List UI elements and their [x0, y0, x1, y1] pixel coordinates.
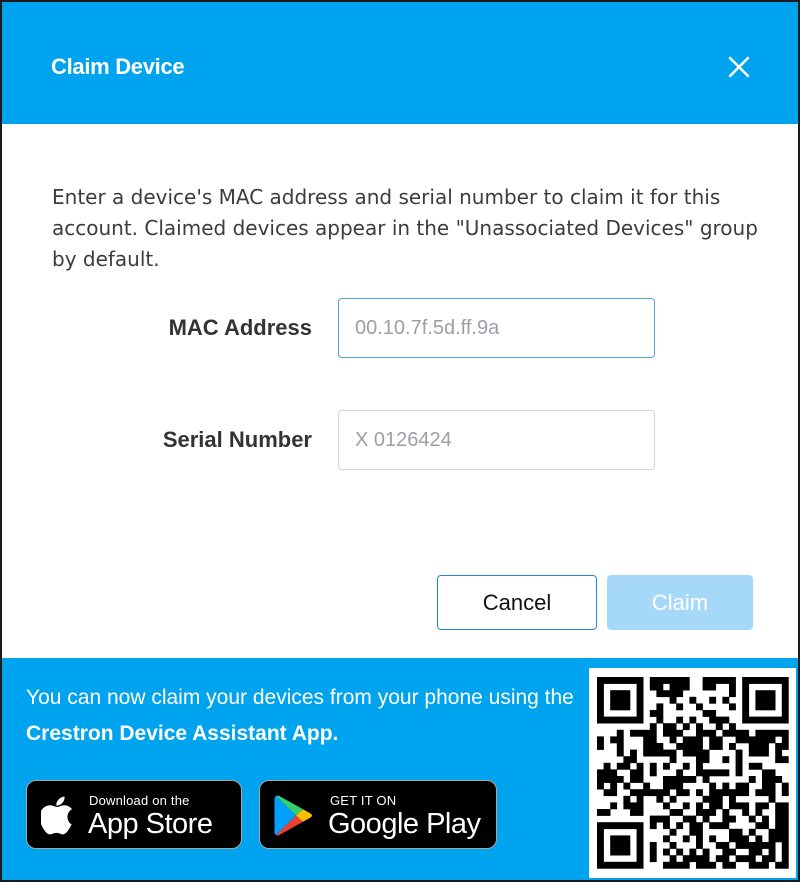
app-store-small-text: Download on the — [89, 793, 190, 808]
google-play-badge[interactable]: GET IT ON Google Play — [259, 780, 497, 849]
dialog-title: Claim Device — [51, 54, 185, 79]
google-play-small-text: GET IT ON — [330, 793, 397, 808]
google-play-icon — [274, 794, 314, 842]
promo-app-name: Crestron Device Assistant App. — [26, 722, 339, 745]
dialog-header: Claim Device — [2, 2, 798, 124]
cancel-button[interactable]: Cancel — [437, 575, 597, 630]
serial-number-input[interactable] — [338, 410, 655, 470]
close-icon[interactable] — [724, 52, 754, 82]
app-promo-footer: You can now claim your devices from your… — [2, 658, 798, 880]
qr-code — [589, 668, 796, 878]
serial-number-label: Serial Number — [162, 427, 312, 452]
promo-text: You can now claim your devices from your… — [26, 680, 586, 752]
intro-text: Enter a device's MAC address and serial … — [52, 185, 758, 271]
google-play-big-text: Google Play — [328, 808, 481, 840]
apple-icon — [39, 795, 75, 840]
app-store-big-text: App Store — [88, 808, 213, 840]
dialog-body: Enter a device's MAC address and serial … — [2, 124, 798, 658]
mac-address-input[interactable] — [338, 298, 655, 358]
claim-button[interactable]: Claim — [607, 575, 753, 630]
promo-text-prefix: You can now claim your devices from your… — [26, 686, 574, 709]
app-store-badge[interactable]: Download on the App Store — [26, 780, 242, 849]
mac-address-label: MAC Address — [168, 315, 312, 340]
claim-device-dialog: Claim Device Enter a device's MAC addres… — [0, 0, 800, 882]
